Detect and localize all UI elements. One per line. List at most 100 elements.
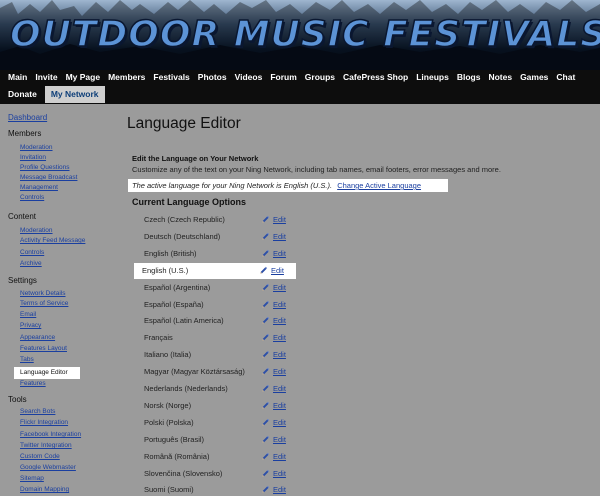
sidebar-link-features-layout[interactable]: Features Layout (20, 345, 67, 352)
pencil-icon (261, 333, 270, 342)
edit-language-link[interactable]: Edit (273, 452, 286, 461)
edit-action[interactable]: Edit (261, 366, 286, 377)
pencil-icon (261, 316, 270, 325)
sidebar-link-archive[interactable]: Archive (20, 260, 42, 267)
sidebar-dashboard-link[interactable]: Dashboard (8, 113, 47, 122)
edit-language-link[interactable]: Edit (273, 300, 286, 309)
sidebar-link-language-editor[interactable]: Language Editor (14, 367, 80, 379)
sidebar-link-member-moderation[interactable]: Moderation (20, 144, 53, 151)
edit-action[interactable]: Edit (261, 349, 286, 360)
sidebar-link-domain-mapping[interactable]: Domain Mapping (20, 486, 69, 493)
nav-item-festivals[interactable]: Festivals (149, 70, 193, 85)
edit-action[interactable]: Edit (261, 214, 286, 225)
sidebar-link-invitation[interactable]: Invitation (20, 154, 46, 161)
edit-action[interactable]: Edit (261, 383, 286, 394)
nav-item-groups[interactable]: Groups (301, 70, 339, 85)
edit-action[interactable]: Edit (261, 434, 286, 445)
sidebar-link-facebook-integration[interactable]: Facebook Integration (20, 431, 81, 438)
nav-row-1: Main Invite My Page Members Festivals Ph… (0, 70, 579, 85)
edit-language-link[interactable]: Edit (273, 249, 286, 258)
active-language-text: The active language for your Ning Networ… (132, 181, 333, 190)
pencil-icon (261, 249, 270, 258)
nav-item-videos[interactable]: Videos (231, 70, 267, 85)
sidebar-link-flickr-integration[interactable]: Flickr Integration (20, 419, 68, 426)
pencil-icon (261, 435, 270, 444)
nav-item-invite[interactable]: Invite (31, 70, 61, 85)
edit-action[interactable]: Edit (261, 417, 286, 428)
sidebar-link-features[interactable]: Features (20, 380, 46, 387)
sidebar-link-message-broadcast[interactable]: Message Broadcast (20, 174, 77, 181)
nav-item-cafepress-shop[interactable]: CafePress Shop (339, 70, 412, 85)
nav-item-blogs[interactable]: Blogs (453, 70, 485, 85)
edit-action[interactable]: Edit (261, 468, 286, 479)
language-row: Slovenčina (Slovensko) Edit (136, 466, 296, 482)
sidebar-link-tabs[interactable]: Tabs (20, 356, 34, 363)
sidebar-link-google-webmaster[interactable]: Google Webmaster (20, 464, 76, 471)
edit-language-link[interactable]: Edit (273, 469, 286, 478)
edit-action[interactable]: Edit (261, 400, 286, 411)
language-name: Slovenčina (Slovensko) (144, 468, 223, 478)
edit-language-link[interactable]: Edit (273, 232, 286, 241)
nav-item-forum[interactable]: Forum (266, 70, 300, 85)
sidebar-link-content-controls[interactable]: Controls (20, 249, 44, 256)
language-name: Español (España) (144, 299, 204, 309)
sidebar-link-twitter-integration[interactable]: Twitter Integration (20, 442, 72, 449)
nav-item-donate[interactable]: Donate (0, 87, 41, 102)
edit-action[interactable]: Edit (261, 451, 286, 462)
edit-language-link[interactable]: Edit (273, 367, 286, 376)
edit-language-link[interactable]: Edit (273, 333, 286, 342)
page-title: Language Editor (127, 115, 241, 132)
edit-language-link[interactable]: Edit (273, 384, 286, 393)
edit-action[interactable]: Edit (261, 332, 286, 343)
edit-language-link[interactable]: Edit (271, 266, 284, 275)
sidebar-link-privacy[interactable]: Privacy (20, 322, 41, 329)
banner-title[interactable]: OUTDOOR MUSIC FESTIVALS (9, 13, 600, 56)
language-row: Deutsch (Deutschland) Edit (136, 229, 296, 245)
sidebar-link-terms-of-service[interactable]: Terms of Service (20, 300, 68, 307)
edit-action[interactable]: Edit (261, 315, 286, 326)
edit-language-link[interactable]: Edit (273, 401, 286, 410)
nav-item-main[interactable]: Main (0, 70, 31, 85)
edit-action[interactable]: Edit (261, 484, 286, 495)
edit-language-link[interactable]: Edit (273, 350, 286, 359)
change-active-language-link[interactable]: Change Active Language (337, 181, 421, 190)
pencil-icon (261, 283, 270, 292)
edit-language-link[interactable]: Edit (273, 316, 286, 325)
pencil-icon (261, 232, 270, 241)
nav-item-games[interactable]: Games (516, 70, 552, 85)
sidebar-link-network-details[interactable]: Network Details (20, 290, 66, 297)
sidebar-link-content-moderation[interactable]: Moderation (20, 227, 53, 234)
nav-item-notes[interactable]: Notes (484, 70, 516, 85)
nav-item-my-network[interactable]: My Network (44, 86, 105, 103)
sidebar-link-sitemap[interactable]: Sitemap (20, 475, 44, 482)
language-name: Polski (Polska) (144, 417, 194, 427)
sidebar-link-member-controls[interactable]: Controls (20, 194, 44, 201)
edit-language-link[interactable]: Edit (273, 283, 286, 292)
edit-language-link[interactable]: Edit (273, 485, 286, 494)
edit-language-link[interactable]: Edit (273, 418, 286, 427)
edit-language-link[interactable]: Edit (273, 215, 286, 224)
language-row: Suomi (Suomi) Edit (136, 482, 296, 496)
active-language-notice: The active language for your Ning Networ… (128, 179, 448, 192)
sidebar-link-appearance[interactable]: Appearance (20, 334, 55, 341)
nav-item-lineups[interactable]: Lineups (412, 70, 453, 85)
edit-action[interactable]: Edit (261, 248, 286, 259)
edit-action[interactable]: Edit (261, 299, 286, 310)
edit-action[interactable]: Edit (261, 231, 286, 242)
nav-item-my-page[interactable]: My Page (62, 70, 105, 85)
sidebar-link-email[interactable]: Email (20, 311, 36, 318)
sidebar-link-custom-code[interactable]: Custom Code (20, 453, 60, 460)
edit-action[interactable]: Edit (259, 265, 284, 276)
sidebar-link-search-bots[interactable]: Search Bots (20, 408, 55, 415)
nav-item-photos[interactable]: Photos (194, 70, 231, 85)
sidebar-link-activity-feed-message[interactable]: Activity Feed Message (20, 237, 85, 244)
pencil-icon (261, 384, 270, 393)
nav-item-members[interactable]: Members (104, 70, 149, 85)
sidebar-link-management[interactable]: Management (20, 184, 58, 191)
edit-action[interactable]: Edit (261, 282, 286, 293)
edit-language-link[interactable]: Edit (273, 435, 286, 444)
section-title: Edit the Language on Your Network (132, 154, 259, 163)
nav-item-chat[interactable]: Chat (552, 70, 579, 85)
sidebar-link-profile-questions[interactable]: Profile Questions (20, 164, 70, 171)
language-row: Magyar (Magyar Köztársaság) Edit (136, 364, 296, 380)
